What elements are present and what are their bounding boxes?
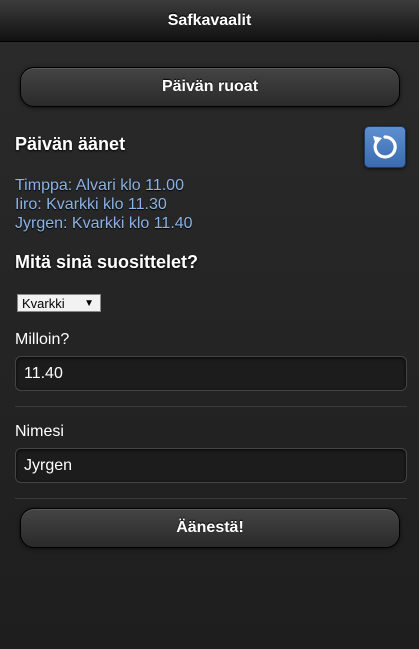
restaurant-select-value: Kvarkki	[22, 296, 65, 311]
divider	[15, 406, 407, 407]
vote-item: Jyrgen: Kvarkki klo 11.40	[15, 215, 193, 232]
divider	[15, 498, 407, 499]
dropdown-arrow-icon: ▼	[84, 298, 94, 309]
today-meals-button[interactable]: Päivän ruoat	[20, 67, 400, 107]
vote-item: Timppa: Alvari klo 11.00	[15, 177, 184, 194]
vote-button-label: Äänestä!	[176, 519, 244, 536]
name-input[interactable]: Jyrgen	[15, 448, 407, 483]
app-header: Safkavaalit	[0, 0, 419, 42]
refresh-icon	[373, 135, 397, 159]
app-title: Safkavaalit	[167, 11, 252, 29]
votes-title: Päivän äänet	[15, 134, 126, 154]
time-label: Milloin?	[15, 331, 70, 348]
restaurant-select[interactable]: Kvarkki ▼	[17, 294, 101, 312]
today-meals-button-label: Päivän ruoat	[161, 78, 259, 95]
main-content: Päivän ruoat Päivän äänet Timppa: Alvari…	[0, 42, 419, 649]
time-input[interactable]: 11.40	[15, 356, 407, 391]
refresh-button[interactable]	[364, 126, 406, 168]
time-input-value: 11.40	[24, 365, 63, 382]
vote-button[interactable]: Äänestä!	[20, 508, 400, 548]
recommend-title: Mitä sinä suosittelet?	[15, 252, 199, 272]
votes-list: Timppa: Alvari klo 11.00 Iiro: Kvarkki k…	[15, 176, 193, 233]
name-label: Nimesi	[15, 423, 64, 440]
vote-item: Iiro: Kvarkki klo 11.30	[15, 196, 167, 213]
name-input-value: Jyrgen	[24, 457, 73, 474]
